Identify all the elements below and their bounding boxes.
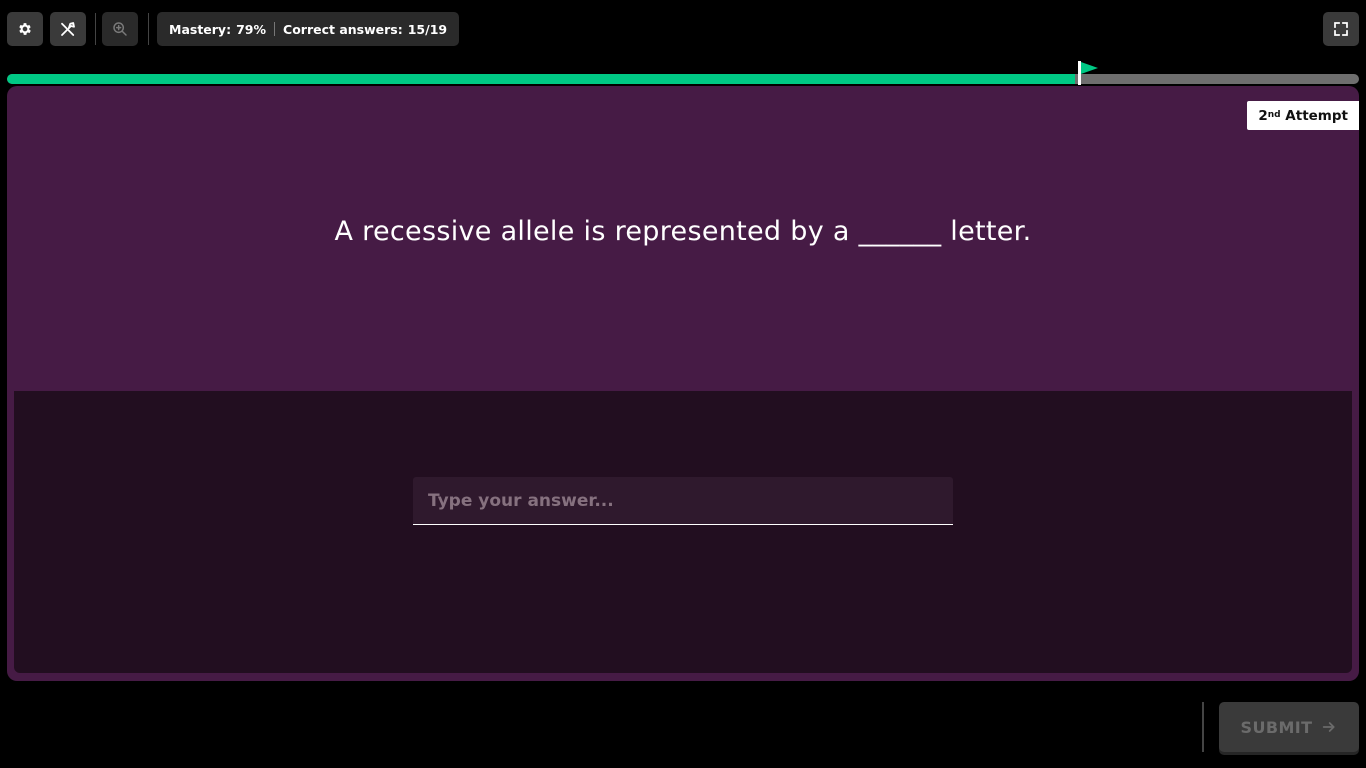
power-up-button[interactable]	[50, 12, 86, 46]
arrow-right-icon	[1323, 722, 1335, 732]
settings-button[interactable]	[7, 12, 43, 46]
progress-bar	[7, 74, 1359, 84]
question-text: A recessive allele is represented by a _…	[334, 216, 1032, 247]
fullscreen-icon	[1334, 22, 1348, 36]
zoom-in-icon	[113, 22, 127, 36]
attempt-number: 2	[1258, 107, 1268, 124]
progress-fill	[7, 74, 1076, 84]
gear-icon	[19, 23, 31, 35]
mastery-label: Mastery:	[169, 21, 232, 37]
zoom-button[interactable]	[102, 12, 138, 46]
top-toolbar: Mastery: 79% Correct answers: 15/19	[0, 0, 1366, 58]
fullscreen-button[interactable]	[1323, 12, 1359, 46]
correct-answers-label: Correct answers:	[283, 21, 403, 37]
attempt-badge: 2nd Attempt	[1247, 101, 1359, 130]
score-stats: Mastery: 79% Correct answers: 15/19	[157, 12, 460, 46]
mastery-value: 79%	[236, 21, 267, 37]
footer-divider	[1202, 702, 1204, 752]
toolbar-divider	[95, 13, 96, 45]
answer-input[interactable]	[413, 477, 953, 525]
flag-icon	[1078, 61, 1099, 85]
submit-label: SUBMIT	[1240, 717, 1313, 737]
question-card: 2nd Attempt A recessive allele is repres…	[7, 86, 1359, 681]
correct-answers-value: 15/19	[407, 21, 448, 37]
answer-panel	[14, 391, 1352, 673]
stats-divider	[274, 22, 276, 36]
submit-button[interactable]: SUBMIT	[1219, 702, 1359, 752]
power-up-icon	[61, 22, 75, 36]
attempt-label: Attempt	[1285, 107, 1348, 124]
toolbar-divider	[148, 13, 149, 45]
